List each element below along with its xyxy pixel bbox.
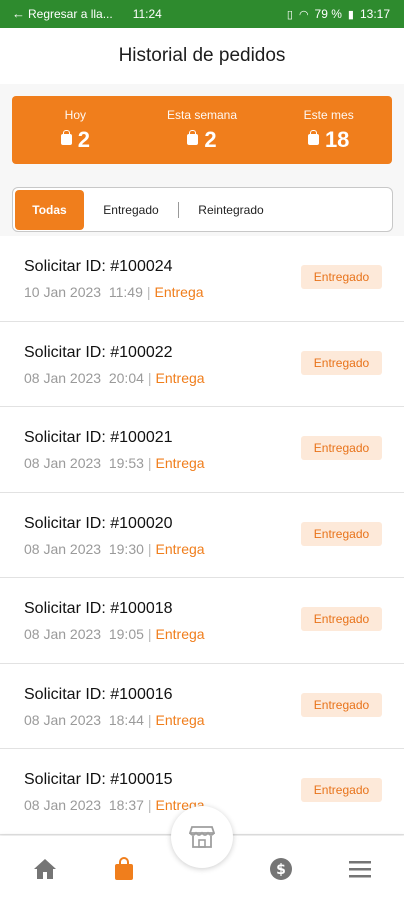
list-item[interactable]: Solicitar ID: #100021 08 Jan 2023 19:53 |… bbox=[0, 407, 404, 493]
page-header: Historial de pedidos bbox=[0, 28, 404, 84]
order-id: Solicitar ID: #100015 bbox=[24, 771, 173, 788]
order-meta: 08 Jan 2023 18:44 | Entrega bbox=[24, 711, 205, 728]
list-item[interactable]: Solicitar ID: #100022 08 Jan 2023 20:04 |… bbox=[0, 321, 404, 407]
order-time: 18:44 bbox=[108, 711, 144, 728]
stat-value: 2 bbox=[204, 126, 217, 152]
order-id: Solicitar ID: #100022 bbox=[24, 343, 173, 361]
status-badge: Entregado bbox=[301, 607, 382, 631]
stat-value: 18 bbox=[324, 126, 350, 152]
orders-list[interactable]: Solicitar ID: #100024 10 Jan 2023 11:49 |… bbox=[0, 236, 404, 836]
order-date: 08 Jan 2023 bbox=[24, 455, 102, 471]
status-badge: Entregado bbox=[301, 436, 382, 460]
stat-today: Hoy 2 bbox=[12, 96, 139, 164]
order-date: 10 Jan 2023 bbox=[24, 284, 102, 300]
order-date: 08 Jan 2023 bbox=[24, 369, 102, 386]
order-id: Solicitar ID: #100018 bbox=[24, 600, 173, 617]
order-id: Solicitar ID: #100021 bbox=[24, 429, 173, 446]
stat-label: Esta semana bbox=[166, 107, 238, 122]
stat-this-week: Esta semana 2 bbox=[139, 96, 266, 164]
order-id: Solicitar ID: #100016 bbox=[24, 685, 173, 703]
order-type: Entrega bbox=[155, 711, 205, 728]
order-type: Entrega bbox=[155, 626, 205, 642]
order-meta: 08 Jan 2023 19:05 | Entrega bbox=[24, 626, 205, 642]
bag-icon bbox=[187, 130, 199, 145]
order-meta: 08 Jan 2023 19:30 | Entrega bbox=[24, 540, 205, 557]
list-item[interactable]: Solicitar ID: #100024 10 Jan 2023 11:49 |… bbox=[0, 236, 404, 322]
order-date: 08 Jan 2023 bbox=[24, 540, 102, 557]
dollar-icon: $ bbox=[270, 858, 292, 880]
order-date: 08 Jan 2023 bbox=[24, 711, 102, 728]
order-type: Entrega bbox=[154, 284, 204, 300]
store-button[interactable] bbox=[171, 806, 233, 868]
order-time: 19:30 bbox=[108, 540, 144, 557]
tab-refunded[interactable]: Reintegrado bbox=[179, 190, 283, 230]
list-item[interactable]: Solicitar ID: #100016 08 Jan 2023 18:44 |… bbox=[0, 663, 404, 749]
order-meta: 08 Jan 2023 19:53 | Entrega bbox=[24, 455, 205, 471]
back-to-app-label[interactable]: Regresar a lla... bbox=[28, 7, 113, 21]
back-arrow-icon[interactable]: ← bbox=[12, 6, 25, 21]
nav-home[interactable] bbox=[32, 856, 58, 882]
menu-icon bbox=[349, 861, 371, 878]
stat-label: Hoy bbox=[64, 107, 86, 122]
list-item[interactable]: Solicitar ID: #100020 08 Jan 2023 19:30 |… bbox=[0, 492, 404, 578]
order-type: Entrega bbox=[155, 369, 205, 386]
order-meta: 08 Jan 2023 20:04 | Entrega bbox=[24, 369, 205, 386]
status-time-left: 11:24 bbox=[132, 7, 162, 21]
status-badge: Entregado bbox=[301, 350, 382, 375]
battery-level: 79 % bbox=[314, 7, 342, 21]
order-type: Entrega bbox=[155, 455, 205, 471]
wifi-icon: ◠ bbox=[298, 8, 309, 21]
order-type: Entrega bbox=[155, 540, 205, 557]
nav-menu[interactable] bbox=[347, 856, 373, 882]
status-badge: Entregado bbox=[301, 521, 382, 546]
order-id: Solicitar ID: #100024 bbox=[24, 258, 173, 275]
status-bar: ← Regresar a lla... 11:24 ▯ ◠ 79 % ▮ 13:… bbox=[0, 0, 404, 28]
nav-earnings[interactable]: $ bbox=[268, 856, 294, 882]
order-date: 08 Jan 2023 bbox=[24, 797, 102, 813]
list-item[interactable]: Solicitar ID: #100018 08 Jan 2023 19:05 |… bbox=[0, 578, 404, 664]
status-badge: Entregado bbox=[301, 265, 382, 289]
tab-delivered[interactable]: Entregado bbox=[84, 190, 178, 230]
status-time-right: 13:17 bbox=[359, 7, 390, 21]
filter-tabs: Todas Entregado Reintegrado bbox=[12, 187, 393, 232]
vibrate-icon: ▯ bbox=[286, 8, 293, 21]
battery-icon: ▮ bbox=[347, 8, 354, 21]
page-title: Historial de pedidos bbox=[118, 45, 286, 66]
order-time: 18:37 bbox=[108, 797, 144, 813]
stat-label: Este mes bbox=[303, 107, 354, 122]
nav-orders[interactable] bbox=[111, 856, 137, 882]
order-time: 19:05 bbox=[108, 626, 144, 642]
stat-value: 2 bbox=[77, 126, 90, 152]
order-time: 19:53 bbox=[108, 455, 144, 471]
tab-all[interactable]: Todas bbox=[15, 189, 84, 230]
svg-text:$: $ bbox=[276, 862, 286, 878]
bag-icon bbox=[307, 130, 319, 145]
order-meta: 10 Jan 2023 11:49 | Entrega bbox=[24, 284, 204, 300]
order-date: 08 Jan 2023 bbox=[24, 626, 102, 642]
order-time: 20:04 bbox=[108, 369, 144, 386]
order-id: Solicitar ID: #100020 bbox=[24, 514, 173, 532]
home-icon bbox=[34, 859, 56, 879]
store-icon bbox=[189, 826, 215, 848]
stat-this-month: Este mes 18 bbox=[265, 96, 392, 164]
order-stats-card: Hoy 2 Esta semana 2 Este mes 18 bbox=[12, 96, 392, 164]
status-badge: Entregado bbox=[301, 692, 382, 717]
order-meta: 08 Jan 2023 18:37 | Entrega bbox=[24, 797, 205, 813]
bag-icon bbox=[60, 130, 72, 145]
status-badge: Entregado bbox=[301, 778, 382, 802]
order-time: 11:49 bbox=[108, 284, 143, 300]
bag-icon bbox=[115, 857, 133, 880]
